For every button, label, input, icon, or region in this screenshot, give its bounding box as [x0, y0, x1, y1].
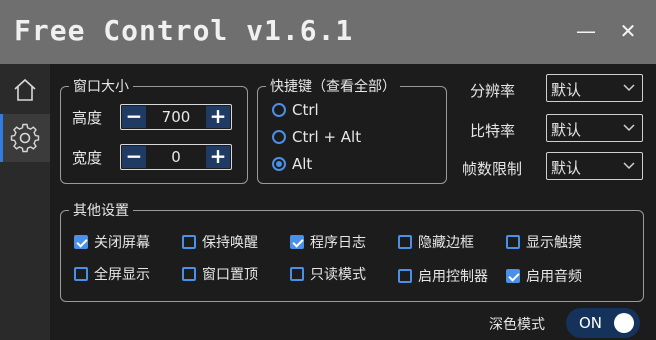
- checkbox-fullscreen[interactable]: 全屏显示: [74, 264, 150, 284]
- checkbox-label: 关闭屏幕: [94, 235, 150, 251]
- checkbox-label: 窗口置顶: [202, 267, 258, 283]
- resolution-value: 默认: [551, 81, 582, 99]
- checkbox-show-touches[interactable]: 显示触摸: [506, 232, 582, 252]
- checkbox-program-log[interactable]: 程序日志: [290, 232, 366, 252]
- radio-icon: [272, 103, 286, 117]
- minimize-button[interactable]: —: [572, 18, 600, 46]
- checkbox-label: 程序日志: [310, 235, 366, 251]
- fps-limit-label: 帧数限制: [462, 160, 523, 178]
- chevron-down-icon: [623, 84, 635, 92]
- height-increment-button[interactable]: +: [206, 106, 230, 128]
- chevron-down-icon: [623, 124, 635, 132]
- checkbox-always-on-top[interactable]: 窗口置顶: [182, 264, 258, 284]
- checkbox-icon: [182, 267, 196, 281]
- width-input[interactable]: 0: [147, 145, 205, 169]
- dark-mode-toggle[interactable]: ON: [566, 308, 640, 338]
- checkbox-label: 显示触摸: [526, 235, 582, 251]
- checkbox-checked-icon: [74, 235, 88, 249]
- toggle-knob: [614, 313, 634, 333]
- checkbox-icon: [74, 267, 88, 281]
- hotkey-option-alt[interactable]: Alt: [272, 155, 312, 173]
- checkbox-label: 保持唤醒: [202, 235, 258, 251]
- radio-selected-icon: [272, 157, 286, 171]
- checkbox-icon: [290, 267, 304, 281]
- window-size-legend: 窗口大小: [73, 79, 129, 95]
- width-increment-button[interactable]: +: [206, 146, 230, 168]
- checkbox-label: 全屏显示: [94, 267, 150, 283]
- fps-limit-value: 默认: [551, 159, 582, 177]
- toggle-state-label: ON: [579, 314, 603, 332]
- checkbox-label: 启用控制器: [418, 269, 488, 285]
- sidebar: [0, 64, 50, 340]
- checkbox-icon: [398, 269, 412, 283]
- height-label: 高度: [72, 109, 103, 127]
- checkbox-label: 启用音频: [526, 269, 582, 285]
- width-label: 宽度: [72, 149, 103, 167]
- hotkey-option-ctrl-alt[interactable]: Ctrl + Alt: [272, 128, 361, 146]
- checkbox-icon: [398, 235, 412, 249]
- other-settings-legend: 其他设置: [73, 203, 129, 219]
- gear-icon: [10, 123, 40, 153]
- sidebar-item-settings[interactable]: [0, 114, 50, 162]
- fps-limit-select[interactable]: 默认: [546, 152, 643, 180]
- height-input[interactable]: 700: [147, 105, 205, 129]
- hotkey-legend[interactable]: 快捷键（查看全部）: [266, 76, 400, 96]
- width-decrement-button[interactable]: −: [122, 146, 146, 168]
- checkbox-enable-audio[interactable]: 启用音频: [506, 266, 582, 286]
- checkbox-icon: [182, 235, 196, 249]
- checkbox-close-screen[interactable]: 关闭屏幕: [74, 232, 150, 252]
- title-bar[interactable]: Free Control v1.6.1 — ✕: [0, 0, 656, 64]
- checkbox-icon: [506, 235, 520, 249]
- height-stepper: − 700 +: [120, 104, 232, 130]
- home-icon: [14, 78, 36, 101]
- checkbox-enable-controller[interactable]: 启用控制器: [398, 266, 488, 286]
- resolution-label: 分辨率: [470, 82, 516, 100]
- bitrate-value: 默认: [551, 121, 582, 139]
- bitrate-select[interactable]: 默认: [546, 114, 643, 142]
- checkbox-checked-icon: [506, 269, 520, 283]
- sidebar-item-home[interactable]: [0, 66, 50, 114]
- checkbox-hide-border[interactable]: 隐藏边框: [398, 232, 474, 252]
- app-title: Free Control v1.6.1: [14, 14, 354, 47]
- checkbox-label: 隐藏边框: [418, 235, 474, 251]
- hotkey-option-label: Ctrl + Alt: [292, 128, 362, 146]
- close-button[interactable]: ✕: [614, 18, 642, 46]
- hotkey-option-ctrl[interactable]: Ctrl: [272, 101, 319, 119]
- checkbox-read-only[interactable]: 只读模式: [290, 264, 366, 284]
- width-stepper: − 0 +: [120, 144, 232, 170]
- chevron-down-icon: [623, 162, 635, 170]
- checkbox-checked-icon: [290, 235, 304, 249]
- radio-icon: [272, 130, 286, 144]
- dark-mode-label: 深色模式: [489, 317, 545, 333]
- height-decrement-button[interactable]: −: [122, 106, 146, 128]
- checkbox-label: 只读模式: [310, 267, 366, 283]
- checkbox-stay-awake[interactable]: 保持唤醒: [182, 232, 258, 252]
- hotkey-option-label: Ctrl: [292, 101, 319, 119]
- settings-panel: 窗口大小 高度 − 700 + 宽度 − 0 + 快捷键（查看全部） Ctrl …: [50, 64, 656, 340]
- resolution-select[interactable]: 默认: [546, 74, 643, 102]
- hotkey-option-label: Alt: [292, 155, 313, 173]
- bitrate-label: 比特率: [470, 122, 516, 140]
